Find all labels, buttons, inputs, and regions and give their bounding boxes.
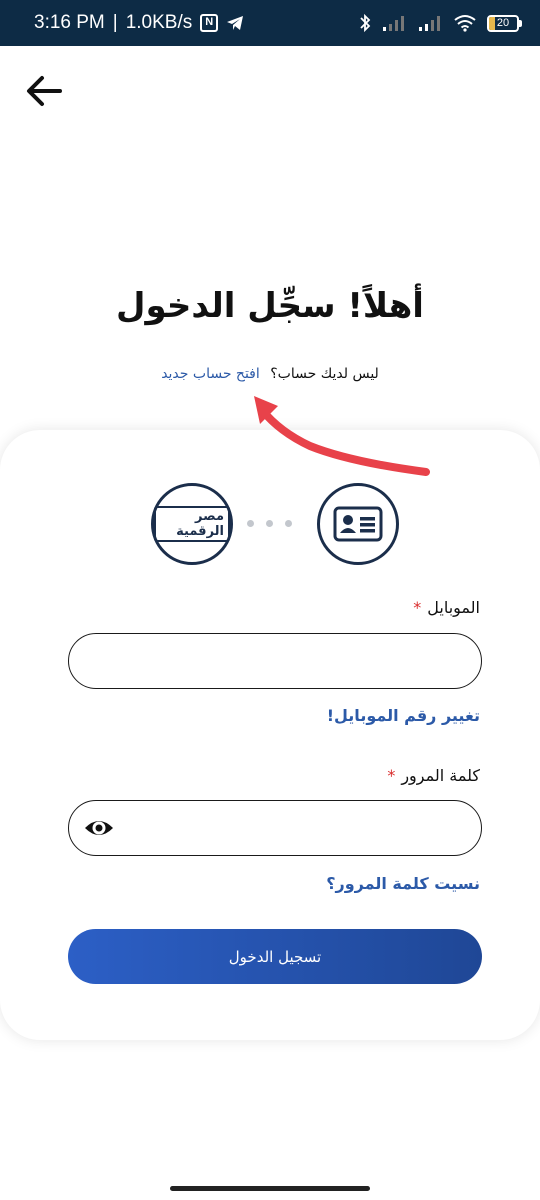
digital-egypt-logo: مصر الرقمية (154, 506, 230, 542)
telegram-icon (227, 16, 244, 30)
home-indicator (170, 1186, 370, 1191)
no-account-text: ليس لديك حساب؟ (270, 366, 379, 382)
signup-prompt: ليس لديك حساب؟ افتح حساب جديد (0, 366, 540, 382)
signal-icon (383, 16, 404, 31)
id-card-icon (333, 506, 383, 542)
create-account-link[interactable]: افتح حساب جديد (161, 366, 260, 382)
method-separator-dots (247, 520, 292, 527)
battery-level: 20 (496, 16, 510, 29)
eye-icon[interactable] (83, 815, 115, 841)
status-separator: | (112, 12, 118, 33)
required-marker: * (413, 598, 422, 617)
signal-icon-2 (419, 16, 440, 31)
network-speed: 1.0KB/s (125, 12, 193, 33)
page-title: أهلاً! سجِّل الدخول (116, 286, 424, 326)
digital-egypt-login-option[interactable]: مصر الرقمية (151, 483, 233, 565)
forgot-password-link[interactable]: نسيت كلمة المرور؟ (326, 874, 480, 893)
change-mobile-link[interactable]: تغيير رقم الموبايل! (327, 706, 480, 725)
login-button[interactable]: تسجيل الدخول (68, 929, 482, 984)
mobile-label: الموبايل* (413, 598, 480, 617)
arrow-left-icon (27, 76, 62, 106)
required-marker: * (387, 766, 396, 785)
status-time: 3:16 PM (34, 12, 105, 33)
nfc-icon: N (200, 14, 219, 32)
mobile-input[interactable] (68, 633, 482, 689)
bluetooth-icon (360, 13, 371, 33)
password-input[interactable] (68, 800, 482, 856)
password-label: كلمة المرور* (387, 766, 480, 785)
status-bar: 3:16 PM | 1.0KB/s N 20 (0, 0, 540, 46)
wifi-icon (454, 15, 476, 32)
back-button[interactable] (22, 68, 68, 114)
battery-icon: 20 (487, 14, 522, 32)
id-card-login-option[interactable] (317, 483, 399, 565)
